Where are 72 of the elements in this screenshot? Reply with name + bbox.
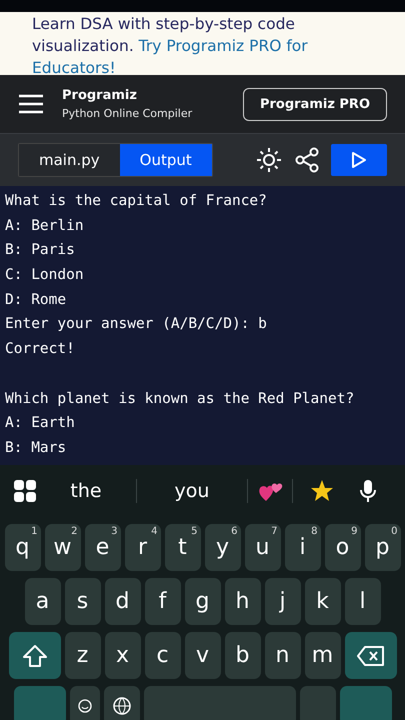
keyboard-key[interactable]: f — [144, 578, 180, 625]
keyboard-key[interactable]: m — [304, 632, 340, 679]
keyboard-key[interactable]: v — [184, 632, 220, 679]
output-line: C: London — [5, 266, 85, 286]
output-line: Enter your answer (A/B/C/D): b — [5, 315, 268, 334]
keyboard-key[interactable]: l — [344, 578, 380, 625]
keyboard-key[interactable]: h — [224, 578, 260, 625]
key-hint: 5 — [191, 526, 198, 537]
emoji-key[interactable] — [70, 686, 100, 720]
backspace-key[interactable] — [344, 632, 396, 679]
output-line: Correct! — [5, 340, 76, 360]
output-line: D: Rome — [5, 290, 68, 310]
keyboard-key[interactable]: g — [184, 578, 220, 625]
keyboard-key[interactable]: c — [144, 632, 180, 679]
pro-button[interactable]: Programiz PRO — [242, 88, 387, 120]
output-line: What is the capital of France? — [5, 192, 268, 211]
menu-icon[interactable] — [18, 94, 44, 114]
shift-icon — [22, 644, 48, 668]
keyboard-key[interactable]: u 7 — [244, 524, 280, 571]
key-hint: 2 — [71, 526, 78, 537]
smiley-icon — [78, 699, 92, 713]
promo-link[interactable]: Try Programiz PRO for — [138, 37, 308, 55]
output-line: A: Earth — [5, 414, 76, 434]
tab[interactable]: Output — [120, 144, 212, 176]
keyboard-key[interactable]: p 0 — [364, 524, 400, 571]
key-hint: 0 — [391, 526, 398, 537]
keyboard-key[interactable]: j — [264, 578, 300, 625]
promo-text: Learn DSA with step-by-step code visualization. Try Programiz PRO for Educators! — [32, 14, 309, 79]
promo-link[interactable]: Educators! — [32, 59, 116, 77]
microphone-icon[interactable] — [359, 479, 377, 503]
run-button[interactable] — [331, 144, 387, 176]
keyboard-key[interactable]: y 6 — [204, 524, 240, 571]
output-line: B: Mars — [5, 438, 68, 458]
output-line: A: Berlin — [5, 216, 85, 236]
keyboard-key[interactable]: s — [64, 578, 100, 625]
suggestion[interactable]: you — [137, 480, 247, 502]
keyboard-key[interactable]: e 3 — [84, 524, 120, 571]
keyboard-key[interactable]: b — [224, 632, 260, 679]
language-key[interactable] — [104, 686, 140, 720]
output-line: Which planet is known as the Red Planet? — [5, 390, 356, 408]
apps-grid-icon[interactable] — [14, 480, 36, 502]
keyboard-key[interactable]: t 5 — [164, 524, 200, 571]
keyboard-key[interactable]: o 9 — [324, 524, 360, 571]
keyboard-key[interactable]: q 1 — [4, 524, 40, 571]
tab[interactable]: main.py — [19, 144, 120, 176]
keyboard-key[interactable]: d — [104, 578, 140, 625]
key-hint: 7 — [271, 526, 278, 537]
keyboard-key[interactable]: w 2 — [44, 524, 80, 571]
share-icon[interactable] — [293, 146, 321, 174]
logo[interactable]: Programiz — [62, 88, 225, 103]
play-icon — [351, 151, 367, 169]
keyboard-key[interactable]: k — [304, 578, 340, 625]
key-hint: 1 — [31, 526, 38, 537]
key-hint: 4 — [151, 526, 158, 537]
brightness-icon[interactable] — [255, 146, 283, 174]
keyboard-key[interactable]: r 4 — [124, 524, 160, 571]
key-hint: 8 — [311, 526, 318, 537]
key-hint: 6 — [231, 526, 238, 537]
keyboard-key[interactable]: i 8 — [284, 524, 320, 571]
key-hint: 3 — [111, 526, 118, 537]
keyboard-key[interactable]: z — [64, 632, 100, 679]
output-line: B: Paris — [5, 241, 76, 260]
suggestion[interactable]: the — [36, 480, 136, 502]
shift-key[interactable] — [8, 632, 60, 679]
app-subtitle: Python Online Compiler — [62, 107, 194, 120]
keyboard-key[interactable]: x — [104, 632, 140, 679]
star-emoji-icon[interactable] — [309, 478, 335, 504]
keyboard-key[interactable]: a — [24, 578, 60, 625]
backspace-icon — [356, 644, 386, 666]
keyboard-key[interactable]: n — [264, 632, 300, 679]
globe-icon — [112, 697, 130, 715]
key-hint: 9 — [351, 526, 358, 537]
